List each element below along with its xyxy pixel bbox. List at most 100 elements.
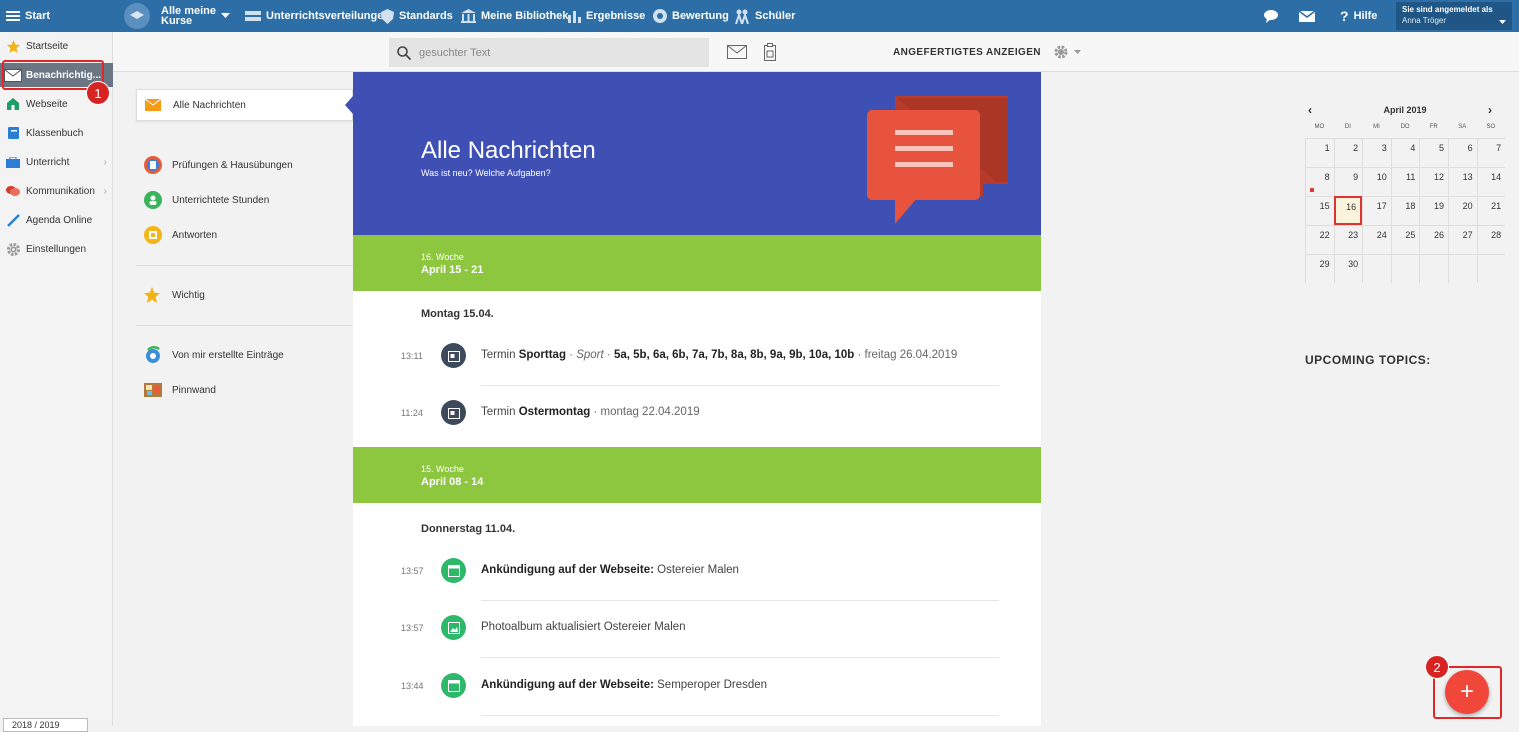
nav-label: Unterrichtsverteilungen [266, 10, 391, 22]
feed-entry[interactable]: 13:44 Ankündigung auf der Webseite: Semp… [353, 673, 1041, 716]
help-button[interactable]: ? Hilfe [1340, 0, 1377, 32]
show-completed-button[interactable]: ANGEFERTIGTES ANZEIGEN [893, 32, 1041, 72]
calendar-day[interactable]: 13 [1448, 167, 1477, 196]
calendar-day[interactable]: 11 [1390, 167, 1420, 196]
right-panel: April 2019 ‹ › MO DI MI DO FR SA SO 1234567891… [1041, 72, 1519, 726]
calendar-day[interactable]: 25 [1390, 225, 1420, 254]
calendar-day[interactable]: 15 [1305, 196, 1334, 225]
sidebar-item-einstellungen[interactable]: Einstellungen [0, 237, 113, 261]
calendar-next-button[interactable]: › [1488, 100, 1492, 120]
shield-icon [381, 8, 394, 24]
filter-unterrichtete-stunden[interactable]: Unterrichtete Stunden [136, 184, 353, 216]
library-icon [461, 9, 476, 23]
search-icon [397, 45, 411, 60]
calendar-day[interactable]: 10 [1362, 167, 1391, 196]
filter-antworten[interactable]: Antworten [136, 219, 353, 251]
calendar-day[interactable]: 28 [1476, 225, 1506, 254]
search-input[interactable] [419, 46, 679, 59]
week-number: 16. Woche [421, 252, 464, 262]
chevron-right-icon: › [103, 185, 107, 197]
feed-entry[interactable]: 13:57 Ankündigung auf der Webseite: Oste… [353, 558, 1041, 601]
search-box[interactable] [389, 38, 709, 67]
start-menu-button[interactable]: Start [6, 0, 50, 32]
logged-in-label: Sie sind angemeldet als [1402, 5, 1493, 14]
sidebar-item-unterricht[interactable]: Unterricht › [0, 150, 113, 174]
chat-bubbles-illustration [867, 96, 1008, 224]
sidebar-item-agenda[interactable]: Agenda Online [0, 208, 113, 232]
feed-entry[interactable]: 13:57 Photoalbum aktualisiert Ostereier … [353, 615, 1041, 658]
calendar-month: April 2019 [1383, 105, 1427, 115]
compose-message-button[interactable] [727, 32, 747, 72]
nav-bewertung[interactable]: Bewertung [653, 0, 729, 32]
day-heading: Montag 15.04. [421, 308, 494, 320]
day-heading: Donnerstag 11.04. [421, 523, 516, 535]
calendar-day[interactable]: 2 [1333, 138, 1363, 167]
filter-eigene-eintraege[interactable]: Von mir erstellte Einträge [136, 339, 353, 371]
calendar-day[interactable]: 20 [1448, 196, 1477, 225]
calendar-day[interactable]: 16 [1333, 196, 1363, 225]
chat-button[interactable] [1264, 0, 1280, 32]
week-dates: April 08 - 14 [421, 476, 484, 488]
calendar-day[interactable]: 4 [1390, 138, 1420, 167]
event-marker [1310, 188, 1314, 192]
nav-unterrichtsverteilungen[interactable]: Unterrichtsverteilungen [245, 0, 390, 32]
calendar-weekday: SO [1486, 124, 1496, 130]
calendar-day[interactable]: 17 [1362, 196, 1391, 225]
mail-button[interactable] [1299, 0, 1315, 32]
entry-time: 13:57 [401, 623, 424, 633]
calendar-day[interactable]: 8 [1305, 167, 1334, 196]
entry-time: 11:24 [401, 408, 423, 418]
star-icon [144, 287, 160, 303]
students-icon [735, 9, 749, 24]
nav-ergebnisse[interactable]: Ergebnisse [568, 0, 645, 32]
calendar-day[interactable]: 3 [1362, 138, 1391, 167]
school-year-select[interactable]: 2018 / 2019 [3, 718, 88, 732]
settings-dropdown[interactable] [1054, 32, 1081, 72]
nav-label: Standards [399, 10, 453, 22]
nav-schueler[interactable]: Schüler [734, 0, 795, 32]
calendar-day[interactable]: 29 [1305, 254, 1334, 283]
nav-bibliothek[interactable]: Meine Bibliothek [461, 0, 568, 32]
user-account-dropdown[interactable]: Sie sind angemeldet als Anna Tröger [1396, 2, 1512, 30]
calendar-prev-button[interactable]: ‹ [1308, 100, 1312, 120]
feed-entry[interactable]: 11:24 Termin Ostermontag · montag 22.04.… [353, 400, 1041, 440]
calendar-day[interactable]: 27 [1448, 225, 1477, 254]
house-icon [7, 98, 19, 110]
gear-icon [6, 242, 20, 256]
event-icon [441, 343, 466, 368]
filter-label: Antworten [172, 229, 218, 241]
clipboard-button[interactable] [764, 32, 776, 72]
nav-standards[interactable]: Standards [381, 0, 453, 32]
calendar-day[interactable]: 30 [1333, 254, 1363, 283]
calendar-day[interactable]: 23 [1333, 225, 1363, 254]
calendar-day[interactable]: 7 [1476, 138, 1506, 167]
calendar-day[interactable]: 24 [1362, 225, 1391, 254]
calendar-day[interactable]: 19 [1419, 196, 1448, 225]
filter-pruefungen[interactable]: Prüfungen & Hausübungen [136, 149, 353, 181]
courses-dropdown[interactable]: Alle meine Kurse [124, 0, 231, 32]
calendar-day[interactable]: 5 [1419, 138, 1448, 167]
calendar-day[interactable]: 14 [1476, 167, 1506, 196]
filter-pinnwand[interactable]: Pinnwand [136, 374, 353, 406]
filter-wichtig[interactable]: Wichtig [136, 279, 353, 311]
calendar-weekday: FR [1429, 124, 1438, 130]
filter-alle-nachrichten[interactable]: Alle Nachrichten [136, 89, 353, 121]
calendar-day[interactable]: 21 [1476, 196, 1506, 225]
calendar-day[interactable]: 6 [1448, 138, 1477, 167]
filter-label: Unterrichtete Stunden [172, 194, 270, 206]
calendar-empty-cell [1362, 254, 1391, 283]
sidebar-item-startseite[interactable]: Startseite [0, 34, 113, 58]
calendar-day[interactable]: 12 [1419, 167, 1448, 196]
calendar-day[interactable]: 1 [1305, 138, 1334, 167]
calendar-day[interactable]: 26 [1419, 225, 1448, 254]
feed-header: Alle Nachrichten Was ist neu? Welche Auf… [353, 72, 1041, 235]
calendar-day[interactable]: 22 [1305, 225, 1334, 254]
feed-entry[interactable]: 13:11 Termin Sporttag · Sport · 5a, 5b, … [353, 343, 1041, 386]
entry-text: Termin Sporttag · Sport · 5a, 5b, 6a, 6b… [481, 349, 958, 361]
sidebar-item-klassenbuch[interactable]: Klassenbuch [0, 121, 113, 145]
calendar-day[interactable]: 9 [1333, 167, 1363, 196]
sidebar-item-kommunikation[interactable]: Kommunikation › [0, 179, 113, 203]
hamburger-icon [6, 11, 20, 21]
book-icon [7, 127, 19, 139]
calendar-day[interactable]: 18 [1390, 196, 1420, 225]
